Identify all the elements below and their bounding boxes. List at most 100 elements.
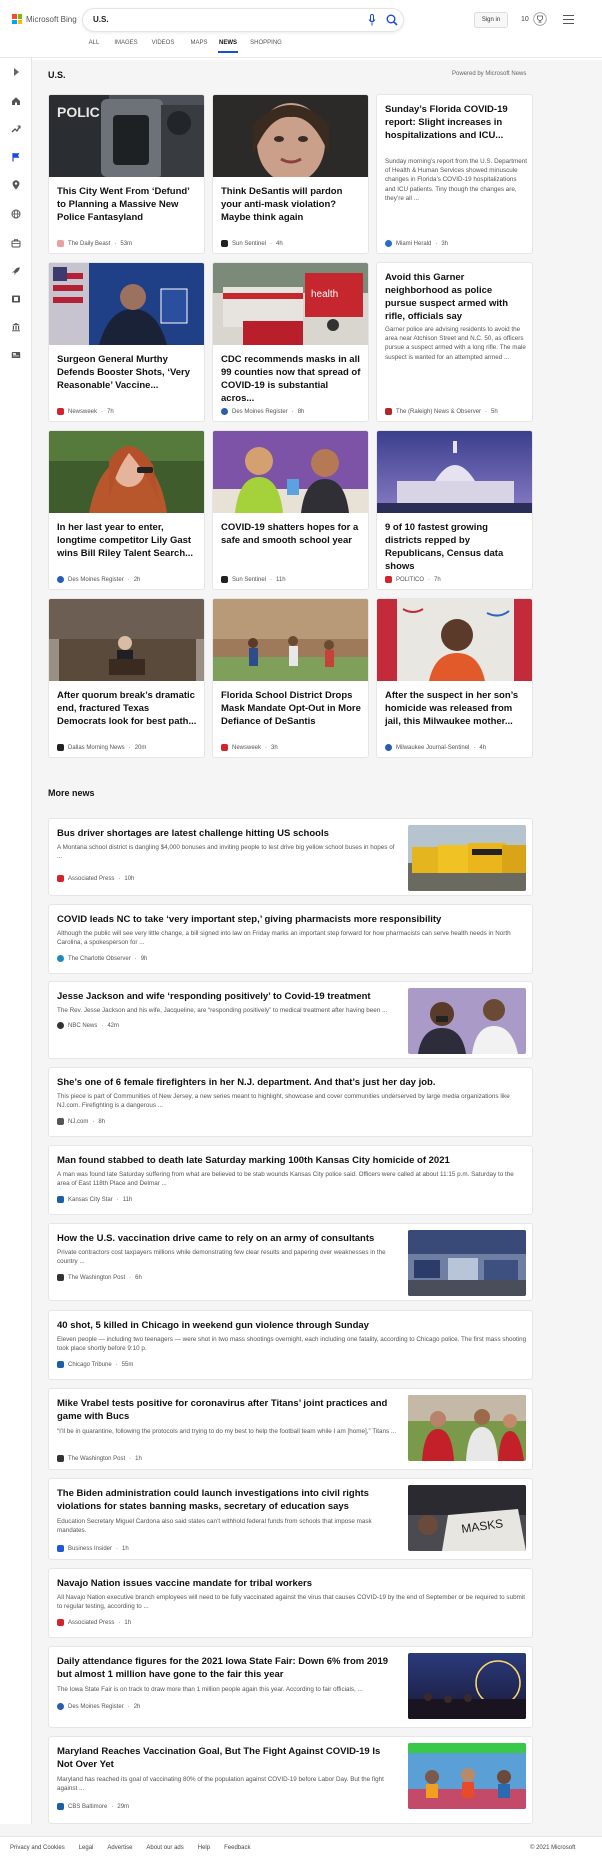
news-card[interactable]: health CDC recommends masks in all 99 co… bbox=[212, 262, 369, 422]
rewards-count[interactable]: 10 bbox=[521, 16, 529, 23]
news-card[interactable]: 9 of 10 fastest growing districts repped… bbox=[376, 430, 533, 590]
news-card[interactable]: Surgeon General Murthy Defends Booster S… bbox=[48, 262, 205, 422]
footer-link-advertise[interactable]: Advertise bbox=[107, 1845, 132, 1851]
card-title[interactable]: In her last year to enter, longtime comp… bbox=[57, 521, 197, 560]
search-input[interactable]: U.S. bbox=[93, 15, 109, 24]
news-card[interactable]: POLIC This City Went From ‘Defund’ to Pl… bbox=[48, 94, 205, 254]
newspaper-icon[interactable] bbox=[11, 350, 21, 360]
card-title[interactable]: After the suspect in her son’s homicide … bbox=[385, 689, 525, 728]
card-source: Miami Herald · 3h bbox=[385, 240, 448, 247]
search-icon[interactable] bbox=[386, 14, 398, 26]
card-title[interactable]: Sunday’s Florida COVID-19 report: Slight… bbox=[385, 103, 525, 142]
card-title[interactable]: Florida School District Drops Mask Manda… bbox=[221, 689, 361, 728]
news-list-item[interactable]: Man found stabbed to death late Saturday… bbox=[48, 1145, 533, 1215]
source-logo-icon bbox=[221, 744, 228, 751]
hamburger-menu-icon[interactable] bbox=[563, 15, 574, 24]
item-title[interactable]: How the U.S. vaccination drive came to r… bbox=[57, 1232, 397, 1245]
item-title[interactable]: She’s one of 6 female firefighters in he… bbox=[57, 1076, 517, 1089]
card-title[interactable]: After quorum break’s dramatic end, fract… bbox=[57, 689, 197, 728]
news-list-item[interactable]: The Biden administration could launch in… bbox=[48, 1478, 533, 1560]
footer-link-feedback[interactable]: Feedback bbox=[224, 1845, 250, 1851]
tab-news[interactable]: NEWS bbox=[218, 40, 238, 53]
footer-link-privacy[interactable]: Privacy and Cookies bbox=[10, 1845, 65, 1851]
bing-logo[interactable]: Microsoft Bing bbox=[12, 14, 77, 24]
flag-icon[interactable] bbox=[11, 152, 21, 162]
tab-images[interactable]: IMAGES bbox=[106, 40, 146, 53]
school-kids-photo bbox=[213, 431, 368, 513]
news-card[interactable]: Avoid this Garner neighborhood as police… bbox=[376, 262, 533, 422]
news-card[interactable]: After quorum break’s dramatic end, fract… bbox=[48, 598, 205, 758]
item-title[interactable]: Daily attendance figures for the 2021 Io… bbox=[57, 1655, 397, 1681]
film-icon[interactable] bbox=[11, 294, 21, 304]
news-list-item[interactable]: She’s one of 6 female firefighters in he… bbox=[48, 1067, 533, 1137]
card-source: Newsweek · 7h bbox=[57, 408, 114, 415]
section-title: U.S. bbox=[48, 70, 66, 80]
vaccination-site-photo bbox=[408, 1230, 526, 1296]
card-title[interactable]: Think DeSantis will pardon your anti-mas… bbox=[221, 185, 361, 224]
search-box[interactable]: U.S. bbox=[82, 8, 404, 32]
news-list-item[interactable]: How the U.S. vaccination drive came to r… bbox=[48, 1223, 533, 1301]
item-title[interactable]: 40 shot, 5 killed in Chicago in weekend … bbox=[57, 1319, 517, 1332]
news-card[interactable]: COVID-19 shatters hopes for a safe and s… bbox=[212, 430, 369, 590]
trending-icon[interactable] bbox=[11, 124, 21, 134]
scope-tabs: ALL IMAGES VIDEOS MAPS NEWS SHOPPING bbox=[82, 40, 282, 53]
item-title[interactable]: Jesse Jackson and wife ‘responding posit… bbox=[57, 990, 397, 1003]
svg-text:health: health bbox=[311, 289, 338, 300]
item-title[interactable]: Mike Vrabel tests positive for coronavir… bbox=[57, 1397, 397, 1423]
card-title[interactable]: Surgeon General Murthy Defends Booster S… bbox=[57, 353, 197, 392]
item-title[interactable]: Navajo Nation issues vaccine mandate for… bbox=[57, 1577, 517, 1590]
tab-maps[interactable]: MAPS bbox=[180, 40, 218, 53]
tab-videos[interactable]: VIDEOS bbox=[146, 40, 180, 53]
footer-link-help[interactable]: Help bbox=[198, 1845, 210, 1851]
item-source: Kansas City Star · 11h bbox=[57, 1196, 132, 1203]
chevron-right-icon[interactable] bbox=[11, 67, 21, 77]
news-list-item[interactable]: Mike Vrabel tests positive for coronavir… bbox=[48, 1388, 533, 1470]
item-title[interactable]: Maryland Reaches Vaccination Goal, But T… bbox=[57, 1745, 397, 1771]
news-list-item[interactable]: Bus driver shortages are latest challeng… bbox=[48, 818, 533, 896]
news-card[interactable]: In her last year to enter, longtime comp… bbox=[48, 430, 205, 590]
powered-by-label[interactable]: Powered by Microsoft News bbox=[452, 71, 526, 77]
news-list-item[interactable]: Navajo Nation issues vaccine mandate for… bbox=[48, 1568, 533, 1638]
news-card[interactable]: Sunday’s Florida COVID-19 report: Slight… bbox=[376, 94, 533, 254]
rocket-icon[interactable] bbox=[11, 266, 21, 276]
microphone-icon[interactable] bbox=[368, 14, 376, 26]
tab-all[interactable]: ALL bbox=[82, 40, 106, 53]
item-title[interactable]: The Biden administration could launch in… bbox=[57, 1487, 397, 1513]
source-logo-icon bbox=[57, 1545, 64, 1552]
item-snippet: “I’ll be in quarantine, following the pr… bbox=[57, 1428, 397, 1435]
footer-link-legal[interactable]: Legal bbox=[79, 1845, 94, 1851]
news-card[interactable]: Florida School District Drops Mask Manda… bbox=[212, 598, 369, 758]
source-logo-icon bbox=[57, 1455, 64, 1462]
news-list-item[interactable]: Daily attendance figures for the 2021 Io… bbox=[48, 1646, 533, 1728]
source-logo-icon bbox=[57, 1703, 64, 1710]
news-list-item[interactable]: COVID leads NC to take ‘very important s… bbox=[48, 904, 533, 974]
bank-icon[interactable] bbox=[11, 322, 21, 332]
card-title[interactable]: Avoid this Garner neighborhood as police… bbox=[385, 271, 525, 323]
news-list-item[interactable]: 40 shot, 5 killed in Chicago in weekend … bbox=[48, 1310, 533, 1380]
news-list-item[interactable]: Maryland Reaches Vaccination Goal, But T… bbox=[48, 1736, 533, 1824]
item-title[interactable]: COVID leads NC to take ‘very important s… bbox=[57, 913, 517, 926]
sign-in-button[interactable]: Sign in bbox=[474, 12, 508, 28]
source-logo-icon bbox=[57, 1274, 64, 1281]
news-list-item[interactable]: Jesse Jackson and wife ‘responding posit… bbox=[48, 981, 533, 1059]
news-card[interactable]: Think DeSantis will pardon your anti-mas… bbox=[212, 94, 369, 254]
source-logo-icon bbox=[57, 1118, 64, 1125]
item-snippet: The Iowa State Fair is on track to draw … bbox=[57, 1686, 363, 1693]
globe-icon[interactable] bbox=[11, 209, 21, 219]
rewards-trophy-icon[interactable] bbox=[533, 12, 547, 26]
card-title[interactable]: 9 of 10 fastest growing districts repped… bbox=[385, 521, 525, 573]
source-logo-icon bbox=[57, 1022, 64, 1029]
news-card[interactable]: After the suspect in her son’s homicide … bbox=[376, 598, 533, 758]
home-icon[interactable] bbox=[11, 96, 21, 106]
item-title[interactable]: Bus driver shortages are latest challeng… bbox=[57, 827, 397, 840]
left-rail bbox=[0, 58, 32, 1824]
briefcase-icon[interactable] bbox=[11, 238, 21, 248]
card-title[interactable]: CDC recommends masks in all 99 counties … bbox=[221, 353, 361, 405]
card-title[interactable]: COVID-19 shatters hopes for a safe and s… bbox=[221, 521, 361, 547]
item-title[interactable]: Man found stabbed to death late Saturday… bbox=[57, 1154, 517, 1167]
tab-shopping[interactable]: SHOPPING bbox=[250, 40, 282, 53]
police-riot-photo: POLIC bbox=[49, 95, 204, 177]
location-pin-icon[interactable] bbox=[11, 180, 21, 190]
footer-link-about-ads[interactable]: About our ads bbox=[146, 1845, 183, 1851]
card-title[interactable]: This City Went From ‘Defund’ to Planning… bbox=[57, 185, 197, 224]
